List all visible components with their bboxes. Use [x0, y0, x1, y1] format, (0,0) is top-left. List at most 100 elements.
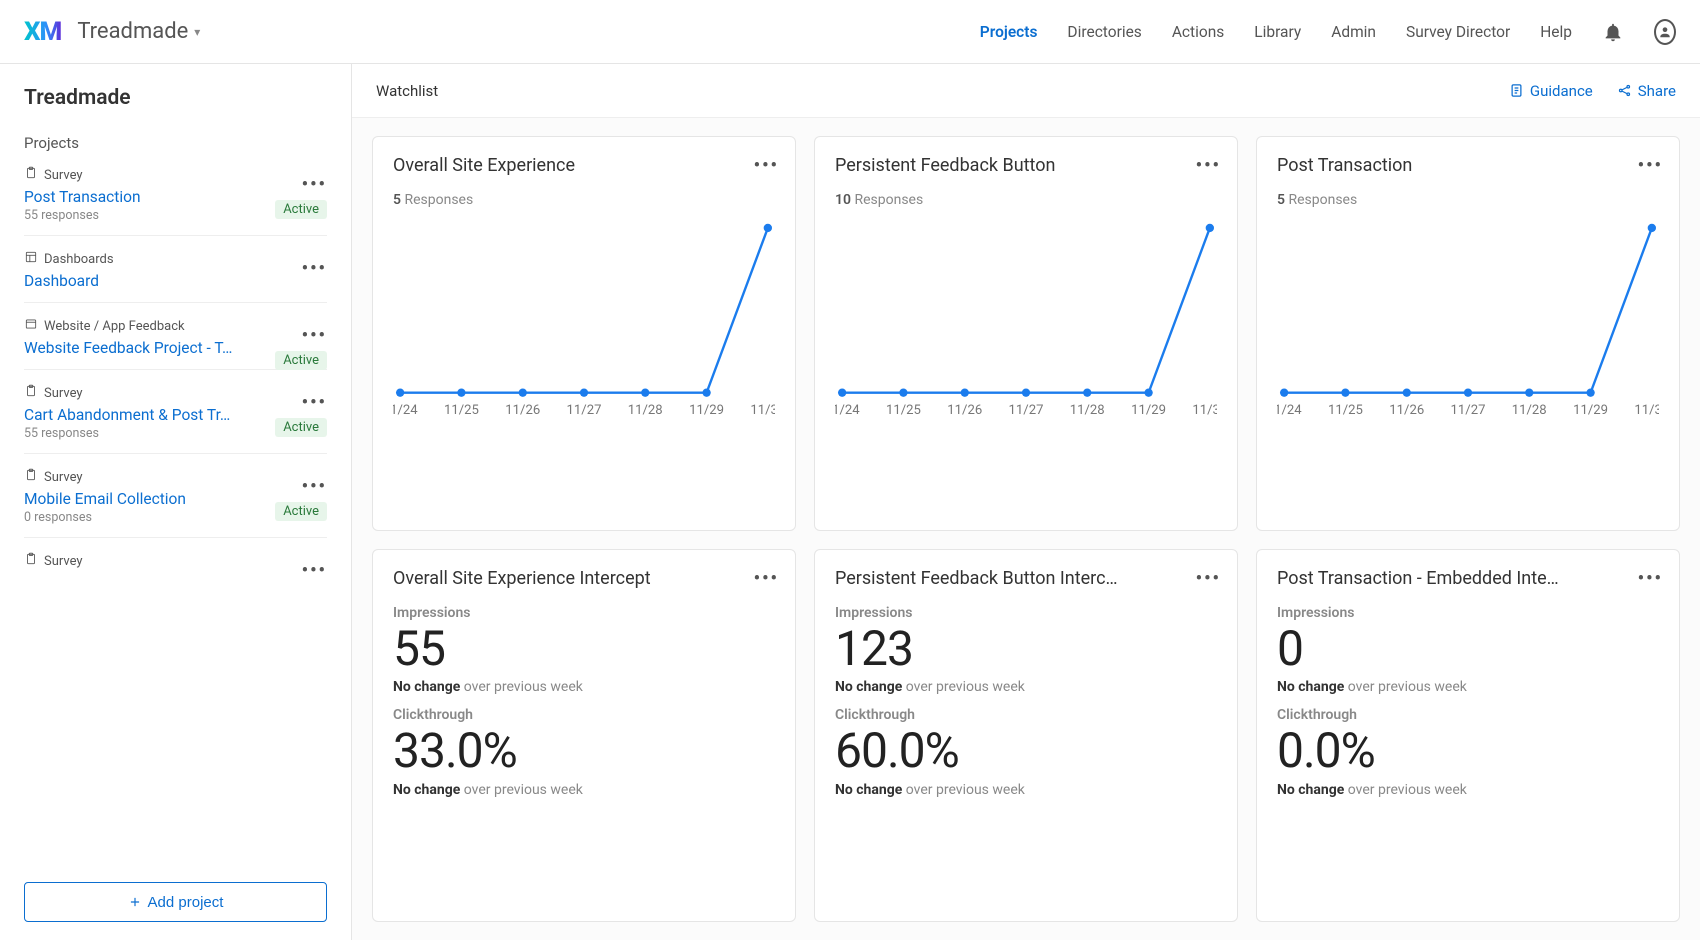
- status-badge: Active: [275, 200, 327, 219]
- chart-line: [842, 228, 1210, 393]
- window-icon: [24, 317, 38, 335]
- chart-point: [519, 388, 527, 396]
- status-badge: Active: [275, 502, 327, 521]
- card-title: Overall Site Experience: [393, 155, 775, 176]
- add-project-label: Add project: [148, 894, 224, 911]
- more-icon[interactable]: •••: [302, 258, 327, 279]
- more-icon[interactable]: •••: [302, 392, 327, 413]
- status-badge: Active: [275, 418, 327, 437]
- sidebar-item[interactable]: Survey Post Transaction 55 responses •••…: [24, 166, 327, 223]
- card-title: Persistent Feedback Button: [835, 155, 1217, 176]
- watchlist-metric-card: Overall Site Experience Intercept ••• Im…: [372, 549, 796, 922]
- impressions-change: No change over previous week: [1277, 679, 1659, 695]
- project-kind-label: Survey: [44, 554, 83, 569]
- card-responses: 5 Responses: [393, 192, 775, 208]
- chart-point: [396, 388, 404, 396]
- chart-point: [961, 388, 969, 396]
- main: Watchlist Guidance Share Overall Site Ex…: [352, 64, 1700, 940]
- impressions-value: 0: [1277, 623, 1659, 676]
- more-icon[interactable]: •••: [1196, 568, 1221, 589]
- share-icon: [1617, 83, 1632, 98]
- impressions-label: Impressions: [835, 605, 1217, 621]
- clickthrough-value: 60.0%: [835, 725, 1217, 778]
- more-icon[interactable]: •••: [754, 155, 779, 176]
- sidebar-item[interactable]: Survey •••: [24, 552, 327, 570]
- impressions-section: Impressions 55 No change over previous w…: [393, 605, 775, 696]
- impressions-label: Impressions: [1277, 605, 1659, 621]
- clickthrough-section: Clickthrough 0.0% No change over previou…: [1277, 707, 1659, 798]
- card-responses: 5 Responses: [1277, 192, 1659, 208]
- clickthrough-value: 0.0%: [1277, 725, 1659, 778]
- project-title[interactable]: Website Feedback Project - T…: [24, 339, 254, 357]
- more-icon[interactable]: •••: [302, 325, 327, 346]
- impressions-value: 55: [393, 623, 775, 676]
- guidance-label: Guidance: [1530, 82, 1593, 100]
- document-icon: [1509, 83, 1524, 98]
- chart-tick-label: 11/27: [1451, 403, 1486, 418]
- chart-tick-label: 11/30: [1634, 403, 1659, 418]
- nav-admin[interactable]: Admin: [1331, 23, 1376, 41]
- card-responses: 10 Responses: [835, 192, 1217, 208]
- brand-name: Treadmade: [77, 19, 188, 44]
- nav-actions[interactable]: Actions: [1172, 23, 1224, 41]
- more-icon[interactable]: •••: [302, 560, 327, 581]
- chart-wrap: 11/2411/2511/2611/2711/2811/2911/30: [393, 216, 775, 419]
- chart-line: [400, 228, 768, 393]
- sidebar-item[interactable]: Dashboards Dashboard •••: [24, 250, 327, 290]
- chart-wrap: 11/2411/2511/2611/2711/2811/2911/30: [835, 216, 1217, 419]
- nav-survey-director[interactable]: Survey Director: [1406, 23, 1510, 41]
- chart-point: [1206, 224, 1214, 232]
- clipboard-icon: [24, 468, 38, 486]
- clickthrough-section: Clickthrough 60.0% No change over previo…: [835, 707, 1217, 798]
- nav-directories[interactable]: Directories: [1067, 23, 1141, 41]
- bell-icon[interactable]: [1602, 21, 1624, 43]
- more-icon[interactable]: •••: [1638, 568, 1663, 589]
- clipboard-icon: [24, 384, 38, 402]
- clickthrough-label: Clickthrough: [393, 707, 775, 723]
- chart-tick-label: 11/25: [886, 403, 921, 418]
- nav-projects[interactable]: Projects: [980, 23, 1038, 41]
- nav-help[interactable]: Help: [1540, 23, 1572, 41]
- chart-tick-label: 11/26: [1389, 403, 1424, 418]
- project-title[interactable]: Cart Abandonment & Post Tr…: [24, 406, 254, 424]
- status-badge: Active: [275, 351, 327, 370]
- main-actions: Guidance Share: [1509, 82, 1676, 100]
- plus-icon: [128, 895, 142, 909]
- more-icon[interactable]: •••: [302, 476, 327, 497]
- project-kind-label: Dashboards: [44, 252, 114, 267]
- sidebar-item[interactable]: Survey Cart Abandonment & Post Tr… 55 re…: [24, 384, 327, 441]
- clickthrough-change: No change over previous week: [835, 782, 1217, 798]
- project-subtitle: 55 responses: [24, 208, 273, 223]
- sidebar: Treadmade Projects Survey Post Transacti…: [0, 64, 352, 940]
- chart-tick-label: 11/28: [628, 403, 663, 418]
- watchlist-metric-card: Persistent Feedback Button Interc… ••• I…: [814, 549, 1238, 922]
- chart-point: [641, 388, 649, 396]
- chart-tick-label: 11/28: [1512, 403, 1547, 418]
- impressions-change: No change over previous week: [393, 679, 775, 695]
- share-button[interactable]: Share: [1617, 82, 1676, 100]
- more-icon[interactable]: •••: [1638, 155, 1663, 176]
- more-icon[interactable]: •••: [754, 568, 779, 589]
- add-project-button[interactable]: Add project: [24, 882, 327, 922]
- more-icon[interactable]: •••: [302, 174, 327, 195]
- chart-tick-label: 11/25: [1328, 403, 1363, 418]
- chart-tick-label: 11/30: [1192, 403, 1217, 418]
- guidance-button[interactable]: Guidance: [1509, 82, 1593, 100]
- line-chart: 11/2411/2511/2611/2711/2811/2911/30: [1277, 216, 1659, 419]
- chart-point: [1525, 388, 1533, 396]
- chart-tick-label: 11/25: [444, 403, 479, 418]
- project-title[interactable]: Dashboard: [24, 272, 254, 290]
- nav-library[interactable]: Library: [1254, 23, 1301, 41]
- project-kind: Survey: [24, 384, 273, 402]
- brand-switcher[interactable]: Treadmade ▾: [77, 19, 200, 44]
- card-grid: Overall Site Experience ••• 5 Responses …: [352, 118, 1700, 940]
- sidebar-item[interactable]: Website / App Feedback Website Feedback …: [24, 317, 327, 357]
- more-icon[interactable]: •••: [1196, 155, 1221, 176]
- sidebar-item[interactable]: Survey Mobile Email Collection 0 respons…: [24, 468, 327, 525]
- project-title[interactable]: Post Transaction: [24, 188, 254, 206]
- clickthrough-value: 33.0%: [393, 725, 775, 778]
- avatar-icon[interactable]: [1654, 21, 1676, 43]
- chevron-down-icon: ▾: [194, 25, 200, 39]
- project-kind: Website / App Feedback: [24, 317, 273, 335]
- project-title[interactable]: Mobile Email Collection: [24, 490, 254, 508]
